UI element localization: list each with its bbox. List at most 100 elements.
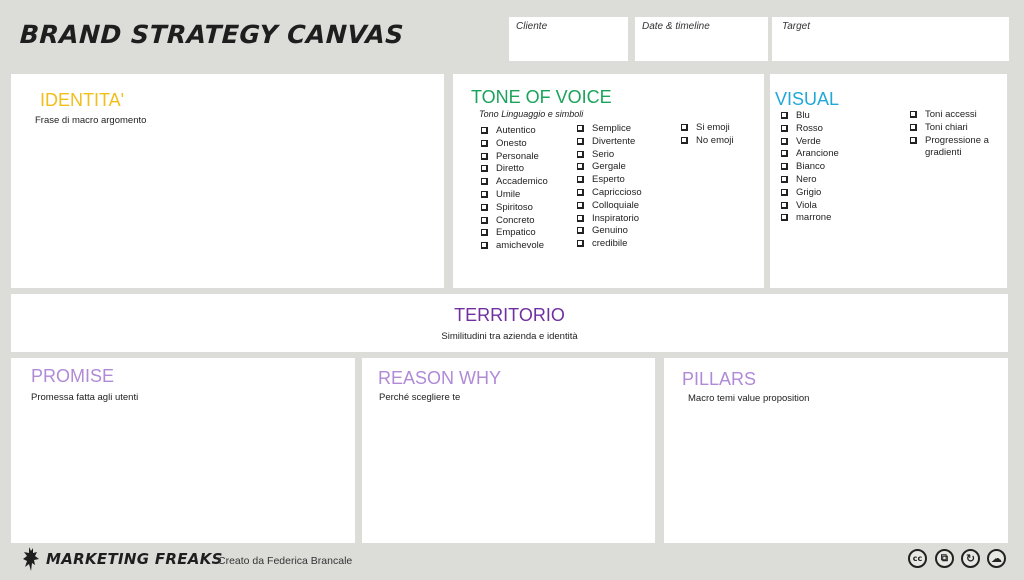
checkbox-item[interactable]: Personale (481, 151, 548, 164)
checkbox-item[interactable]: Nero (781, 174, 839, 187)
footer-credit: Creato da Federica Brancale (218, 555, 353, 567)
checkbox-icon[interactable] (577, 150, 584, 158)
date-timeline-field[interactable]: Date & timeline (635, 17, 768, 61)
footer-brand: MARKETING FREAKS (46, 550, 223, 568)
checkbox-icon[interactable] (781, 188, 788, 196)
checkbox-item[interactable]: Onesto (481, 138, 548, 151)
checkbox-icon[interactable] (577, 214, 584, 222)
checkbox-icon[interactable] (577, 240, 584, 248)
canvas-title: BRAND STRATEGY CANVAS (19, 20, 405, 49)
pillars-panel[interactable]: PILLARS Macro temi value proposition (664, 358, 1008, 543)
checkbox-icon[interactable] (481, 127, 488, 134)
tone-of-voice-subtitle: Tono Linguaggio e simboli (479, 109, 584, 119)
checkbox-item[interactable]: Autentico (481, 125, 548, 138)
checkbox-icon[interactable] (781, 150, 788, 158)
territorio-panel[interactable]: TERRITORIO Similitudini tra azienda e id… (11, 294, 1008, 352)
checkbox-icon[interactable] (910, 111, 917, 118)
checkbox-icon[interactable] (577, 227, 584, 235)
checkbox-item[interactable]: Arancione (781, 148, 839, 161)
checkbox-item[interactable]: Grigio (781, 187, 839, 200)
checkbox-icon[interactable] (781, 112, 788, 119)
checkbox-item[interactable]: Accademico (481, 176, 548, 189)
promise-panel[interactable]: PROMISE Promessa fatta agli utenti (11, 358, 355, 543)
pillars-subtitle: Macro temi value proposition (688, 393, 810, 404)
checkbox-icon[interactable] (681, 136, 688, 144)
checkbox-icon[interactable] (481, 190, 488, 198)
tone-of-voice-panel[interactable]: TONE OF VOICE Tono Linguaggio e simboli … (453, 74, 764, 288)
checkbox-icon[interactable] (481, 203, 488, 211)
checkbox-icon[interactable] (781, 163, 788, 171)
attribution-icon: ☁ (987, 549, 1006, 568)
cliente-field[interactable]: Cliente (509, 17, 628, 61)
checkbox-icon[interactable] (781, 137, 788, 145)
tone-of-voice-title: TONE OF VOICE (471, 87, 612, 107)
checkbox-item[interactable]: Toni chiari (910, 122, 1002, 135)
pillars-title: PILLARS (682, 369, 757, 389)
checkbox-icon[interactable] (781, 175, 788, 183)
checkbox-item[interactable]: Semplice (577, 123, 642, 136)
checkbox-icon[interactable] (577, 137, 584, 145)
reason-why-subtitle: Perché scegliere te (379, 392, 461, 403)
checkbox-item[interactable]: Verde (781, 136, 839, 149)
checkbox-icon[interactable] (781, 201, 788, 209)
visual-title: VISUAL (775, 89, 840, 109)
checkbox-item[interactable]: Serio (577, 149, 642, 162)
date-timeline-label: Date & timeline (642, 21, 710, 32)
cliente-label: Cliente (516, 21, 548, 32)
marketing-freaks-logo-icon (22, 546, 40, 572)
visual-panel[interactable]: VISUAL Blu Rosso Verde Arancione Bianco … (770, 74, 1007, 288)
checkbox-icon[interactable] (577, 201, 584, 209)
checkbox-item[interactable]: No emoji (681, 135, 734, 148)
checkbox-icon[interactable] (481, 242, 488, 250)
identita-panel[interactable]: IDENTITA' Frase di macro argomento (11, 74, 444, 288)
share-alike-icon: ↻ (961, 549, 980, 568)
checkbox-item[interactable]: Concreto (481, 215, 548, 228)
target-field[interactable]: Target (772, 17, 1009, 61)
checkbox-icon[interactable] (577, 188, 584, 196)
checkbox-item[interactable]: Esperto (577, 174, 642, 187)
checkbox-item[interactable]: Progressione a gradienti (910, 135, 1002, 159)
checkbox-icon[interactable] (481, 216, 488, 224)
reason-why-title: REASON WHY (378, 368, 502, 388)
checkbox-item[interactable]: Colloquiale (577, 200, 642, 213)
checkbox-item[interactable]: Umile (481, 189, 548, 202)
checkbox-item[interactable]: Toni accessi (910, 109, 1002, 122)
checkbox-icon[interactable] (481, 178, 488, 186)
checkbox-item[interactable]: Bianco (781, 161, 839, 174)
tone-list-col3: Si emoji No emoji (681, 122, 734, 148)
checkbox-icon[interactable] (781, 124, 788, 132)
checkbox-icon[interactable] (681, 124, 688, 131)
checkbox-item[interactable]: Gergale (577, 161, 642, 174)
checkbox-icon[interactable] (781, 214, 788, 222)
checkbox-icon[interactable] (910, 123, 917, 131)
tone-list-col1: Autentico Onesto Personale Diretto Accad… (481, 125, 548, 253)
checkbox-item[interactable]: Rosso (781, 123, 839, 136)
reason-why-panel[interactable]: REASON WHY Perché scegliere te (362, 358, 655, 543)
checkbox-item[interactable]: Diretto (481, 163, 548, 176)
checkbox-item[interactable]: marrone (781, 212, 839, 225)
checkbox-item[interactable]: credibile (577, 238, 642, 251)
checkbox-icon[interactable] (481, 152, 488, 160)
checkbox-item[interactable]: Si emoji (681, 122, 734, 135)
checkbox-icon[interactable] (577, 163, 584, 171)
territorio-subtitle: Similitudini tra azienda e identità (441, 331, 578, 342)
identita-subtitle: Frase di macro argomento (35, 115, 147, 126)
checkbox-icon[interactable] (481, 229, 488, 237)
checkbox-icon[interactable] (577, 125, 584, 132)
checkbox-item[interactable]: Capriccioso (577, 187, 642, 200)
checkbox-item[interactable]: amichevole (481, 240, 548, 253)
checkbox-item[interactable]: Viola (781, 200, 839, 213)
checkbox-item[interactable]: Empatico (481, 227, 548, 240)
cc-icon: cc (908, 549, 927, 568)
checkbox-icon[interactable] (910, 136, 917, 144)
checkbox-item[interactable]: Spiritoso (481, 202, 548, 215)
checkbox-item[interactable]: Blu (781, 110, 839, 123)
checkbox-icon[interactable] (481, 139, 488, 147)
checkbox-icon[interactable] (577, 176, 584, 184)
visual-list-col2: Toni accessi Toni chiari Progressione a … (910, 109, 1002, 159)
no-derivatives-copy-icon: ⧉ (935, 549, 954, 568)
checkbox-item[interactable]: Genuino (577, 225, 642, 238)
checkbox-icon[interactable] (481, 165, 488, 173)
checkbox-item[interactable]: Inspiratorio (577, 213, 642, 226)
checkbox-item[interactable]: Divertente (577, 136, 642, 149)
